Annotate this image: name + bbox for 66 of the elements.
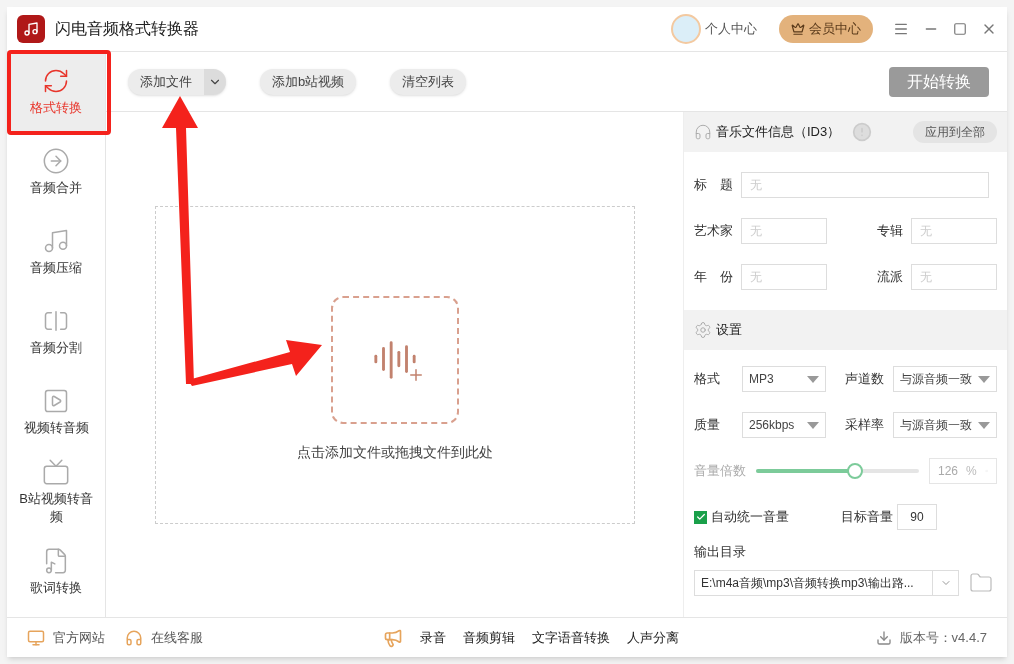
tv-icon <box>42 458 70 486</box>
sidebar-item[interactable]: 音频压缩 <box>7 212 105 292</box>
checkbox-label: 自动统一音量 <box>711 508 790 527</box>
dropdown[interactable]: MP3 <box>742 366 826 392</box>
tool-link[interactable]: 录音 <box>420 627 446 648</box>
music-note-icon <box>42 227 70 255</box>
caret-icon <box>978 375 990 383</box>
alert-icon <box>852 122 873 142</box>
download-icon <box>875 629 892 646</box>
version-label: 版本号：v4.4.7 <box>899 628 987 647</box>
section-title: 音乐文件信息（ID3） <box>716 123 841 142</box>
vip-button[interactable]: 会员中心 <box>779 15 873 43</box>
caret-icon <box>807 421 819 429</box>
sidebar-item[interactable]: 歌词转换 <box>7 532 105 612</box>
add-bilibili-button[interactable]: 添加b站视频 <box>260 68 357 95</box>
add-audio-icon <box>330 296 459 424</box>
tool-link[interactable]: 文字语音转换 <box>532 627 610 648</box>
section-title: 设置 <box>716 321 742 340</box>
volume-label: 音量倍数 <box>694 462 747 481</box>
headset-icon <box>125 628 143 647</box>
setting-label: 格式 <box>694 370 721 389</box>
target-volume-label: 目标音量 <box>841 508 893 527</box>
tool-link[interactable]: 音频剪辑 <box>463 627 515 648</box>
tool-link[interactable]: 人声分离 <box>627 627 679 648</box>
headphones-icon <box>694 123 712 141</box>
app-logo-icon <box>17 15 45 43</box>
sidebar-item[interactable]: 音频合并 <box>7 132 105 212</box>
caret-icon <box>807 375 819 383</box>
maximize-icon[interactable] <box>953 22 967 36</box>
website-link[interactable]: 官方网站 <box>53 627 105 648</box>
setting-label: 采样率 <box>845 416 885 435</box>
apply-all-button[interactable]: 应用到全部 <box>913 121 997 143</box>
avatar-icon[interactable] <box>671 14 701 44</box>
settings-icon <box>694 321 712 339</box>
refresh-icon <box>42 67 70 95</box>
support-link[interactable]: 在线客服 <box>151 627 203 648</box>
caret-icon <box>978 421 990 429</box>
volume-slider[interactable] <box>756 463 919 479</box>
window-title: 闪电音频格式转换器 <box>55 19 199 39</box>
dropdown[interactable]: 与源音频一致 <box>893 366 997 392</box>
drop-zone-hint: 点击添加文件或拖拽文件到此处 <box>296 443 493 462</box>
setting-label: 质量 <box>694 416 721 435</box>
output-label: 输出目录 <box>694 543 747 561</box>
menu-icon[interactable] <box>893 21 909 37</box>
megaphone-icon <box>383 627 403 648</box>
dropdown[interactable]: 256kbps <box>742 412 826 438</box>
crown-icon <box>791 22 805 36</box>
add-file-button[interactable]: 添加文件 <box>128 68 226 95</box>
monitor-icon <box>27 628 45 647</box>
dropdown[interactable]: 与源音频一致 <box>893 412 997 438</box>
video-play-icon <box>42 387 70 415</box>
setting-label: 声道数 <box>845 370 885 389</box>
checkbox[interactable] <box>694 510 707 524</box>
sidebar-item[interactable]: B站视频转音频 <box>7 452 105 532</box>
folder-icon[interactable] <box>969 570 993 595</box>
field-label: 年 份 <box>693 268 733 287</box>
sidebar-item[interactable]: 音频分割 <box>7 292 105 372</box>
field-label: 专辑 <box>876 222 903 241</box>
clear-list-button[interactable]: 清空列表 <box>390 68 467 95</box>
field-label: 艺术家 <box>693 222 733 241</box>
output-dropdown[interactable]: E:\m4a音频\mp3\音频转换mp3\输出路... <box>694 569 959 596</box>
target-volume-field[interactable]: 90 <box>897 504 937 530</box>
user-center-link[interactable]: 个人中心 <box>705 19 757 39</box>
field-label: 流派 <box>876 268 903 287</box>
field-label: 标 题 <box>693 176 733 195</box>
sidebar-item[interactable]: 视频转音频 <box>7 372 105 452</box>
